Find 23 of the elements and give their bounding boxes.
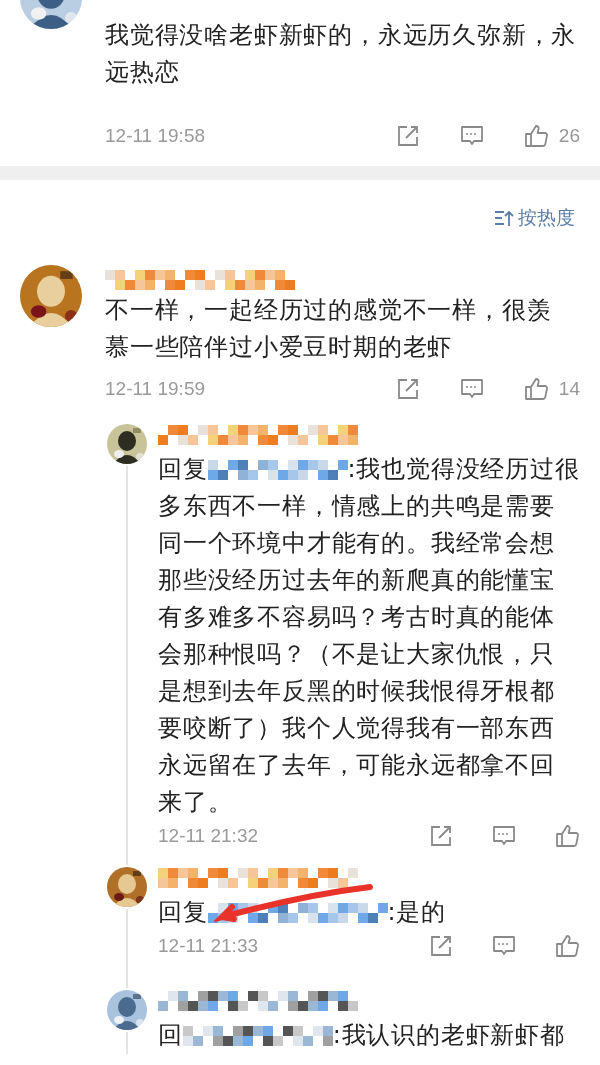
comment-text: :我认识的老虾新虾都 (332, 1021, 565, 1049)
thumbs-up-icon[interactable] (554, 823, 580, 849)
timestamp: 12-11 21:32 (158, 825, 259, 847)
comment-text: 我觉得没啥老虾新虾的，永远历久弥新，永 远热恋 (105, 20, 578, 88)
sort-icon[interactable] (494, 209, 514, 227)
comment-text: :我也觉得没经历过很 (347, 455, 580, 483)
comment-text: 不一样，一起经历过的感觉不一样，很羡 慕一些陪伴过小爱豆时期的老虾 (105, 295, 553, 363)
share-icon[interactable] (428, 823, 454, 849)
comment-text: 多东西不一样，情感上的共鸣是需要 同一个环境中才能有的。我经常会想 那些没经历过去年的新爬真的能懂宝 有多难多不容易吗？考古时真的能体 会那种恨吗？（不是让大家仇恨，只 是想到去年反黑的时候我恨得牙根都 要咬断了）我个人觉得我有一部东西 永远留在了去年，可能永远都拿不回 来了。 (158, 491, 556, 818)
thumbs-up-icon[interactable] (522, 376, 549, 402)
like-count: 14 (558, 378, 580, 400)
thumbs-up-icon[interactable] (522, 123, 549, 149)
timestamp: 12-11 21:33 (158, 935, 259, 957)
reply-label: 回复 (158, 455, 208, 483)
timestamp: 12-11 19:59 (105, 378, 206, 400)
like-count: 26 (558, 125, 580, 147)
reply-label: 回复 (158, 898, 208, 926)
share-icon[interactable] (428, 933, 454, 959)
reply-label: 回 (158, 1021, 183, 1049)
sort-button[interactable]: 按热度 (518, 205, 575, 231)
comment-text: :是的 (387, 898, 447, 926)
timestamp: 12-11 19:58 (105, 125, 206, 147)
thumbs-up-icon[interactable] (554, 933, 580, 959)
